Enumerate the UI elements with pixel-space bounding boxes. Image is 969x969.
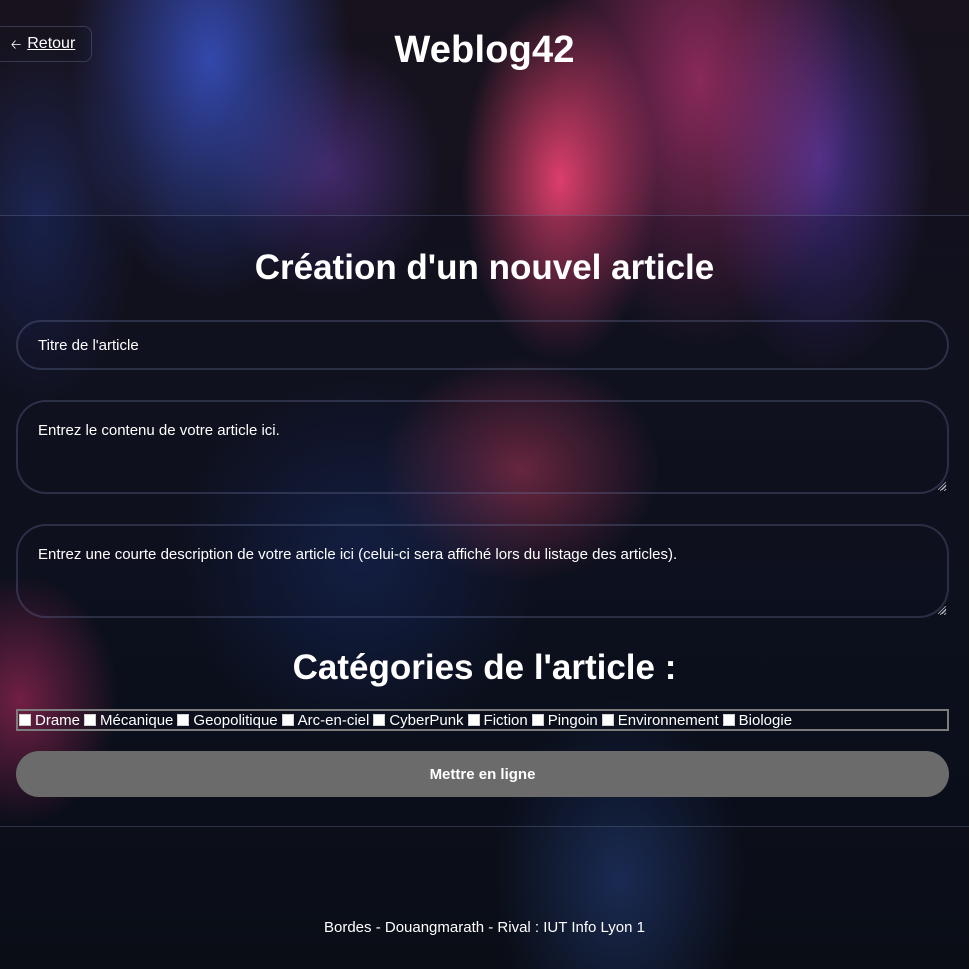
article-description-textarea[interactable]	[16, 524, 949, 618]
categories-list: Drame Mécanique Geopolitique Arc-en-ciel…	[16, 709, 949, 731]
category-checkbox-environnement[interactable]: Environnement	[601, 711, 719, 729]
category-checkbox-biologie[interactable]: Biologie	[722, 711, 793, 729]
checkbox[interactable]	[467, 714, 480, 726]
checkbox[interactable]	[531, 714, 544, 726]
checkbox[interactable]	[281, 714, 294, 726]
category-label: Biologie	[738, 711, 793, 729]
checkbox[interactable]	[177, 714, 190, 726]
category-label: Geopolitique	[193, 711, 278, 729]
article-content-textarea[interactable]	[16, 400, 949, 494]
category-checkbox-arc-en-ciel[interactable]: Arc-en-ciel	[281, 711, 370, 729]
article-form-panel: Création d'un nouvel article Catégories …	[0, 215, 969, 827]
checkbox[interactable]	[19, 714, 31, 726]
article-title-input[interactable]	[16, 320, 949, 370]
checkbox[interactable]	[601, 714, 614, 726]
checkbox[interactable]	[84, 714, 97, 726]
publish-button[interactable]: Mettre en ligne	[16, 751, 949, 797]
category-label: CyberPunk	[389, 711, 464, 729]
footer-credits: Bordes - Douangmarath - Rival : IUT Info…	[324, 919, 645, 936]
category-label: Fiction	[483, 711, 528, 729]
category-label: Pingoin	[547, 711, 598, 729]
category-label: Environnement	[617, 711, 719, 729]
category-label: Arc-en-ciel	[297, 711, 370, 729]
categories-title: Catégories de l'article :	[292, 648, 677, 687]
checkbox[interactable]	[373, 714, 386, 726]
category-checkbox-cyberpunk[interactable]: CyberPunk	[373, 711, 464, 729]
site-title: Weblog42	[394, 29, 575, 71]
page-title: Création d'un nouvel article	[254, 248, 715, 287]
category-checkbox-pingoin[interactable]: Pingoin	[531, 711, 598, 729]
category-checkbox-drame[interactable]: Drame	[19, 712, 80, 729]
category-checkbox-geopolitique[interactable]: Geopolitique	[177, 711, 278, 729]
category-checkbox-mecanique[interactable]: Mécanique	[84, 712, 173, 729]
checkbox[interactable]	[722, 714, 735, 726]
category-label: Drame	[35, 711, 81, 729]
category-checkbox-fiction[interactable]: Fiction	[467, 711, 528, 729]
category-label: Mécanique	[100, 711, 174, 729]
